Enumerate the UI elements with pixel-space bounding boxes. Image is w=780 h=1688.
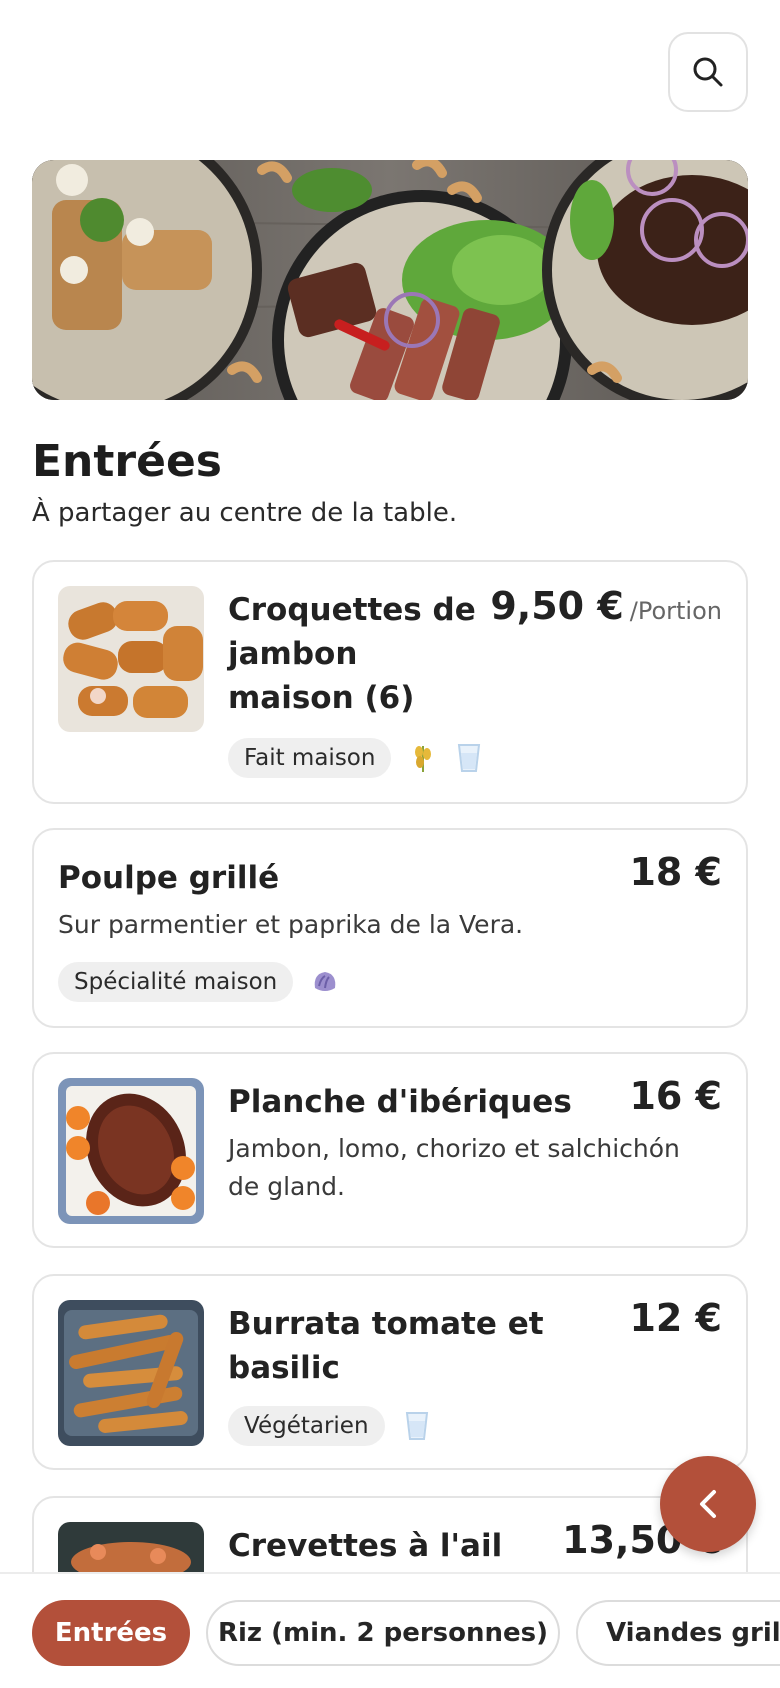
item-name: Poulpe grillé [58,860,280,896]
category-tab-entrees[interactable]: Entrées [32,1600,190,1666]
category-tab-riz[interactable]: Riz (min. 2 personnes) [206,1600,560,1666]
back-button[interactable] [660,1456,756,1552]
item-tags: Végétarien [228,1406,431,1446]
hero-food-image [32,160,748,400]
item-price: 9,50 €/Portion [490,584,722,628]
wheat-icon [409,742,437,774]
menu-item-card[interactable]: Planche d'ibériques 16 € Jambon, lomo, c… [32,1052,748,1248]
price-value: 9,50 € [490,584,624,628]
section-title: Entrées [32,436,222,487]
search-button[interactable] [668,32,748,112]
item-price: 18 € [629,850,722,894]
category-tab-viandes[interactable]: Viandes grillé [576,1600,780,1666]
item-description: Jambon, lomo, chorizo et salchichón de g… [228,1134,680,1201]
price-unit: /Portion [629,597,722,625]
item-photo-iberiques [58,1078,204,1224]
item-photo-croquettes [58,586,204,732]
item-name: Croquettes de jambon maison (6) [228,592,476,716]
item-name: Planche d'ibériques [228,1084,572,1120]
item-tags: Spécialité maison [58,962,339,1002]
milk-glass-icon [403,1410,431,1442]
item-photo-burrata [58,1300,204,1446]
tag-badge: Fait maison [228,738,392,778]
menu-item-card[interactable]: Croquettes de jambon maison (6) 9,50 €/P… [32,560,748,804]
category-nav: Entrées Riz (min. 2 personnes) Viandes g… [0,1572,780,1688]
menu-item-card[interactable]: Poulpe grillé 18 € Sur parmentier et pap… [32,828,748,1028]
tag-badge: Spécialité maison [58,962,294,1002]
shellfish-icon [311,966,339,998]
section-subtitle: À partager au centre de la table. [32,498,458,528]
item-tags: Fait maison [228,738,483,778]
tag-badge: Végétarien [228,1406,385,1446]
item-name: Burrata tomate et basilic [228,1306,544,1386]
menu-item-card[interactable]: Burrata tomate et basilic 12 € Végétarie… [32,1274,748,1470]
item-price: 16 € [629,1074,722,1118]
search-icon [693,57,723,87]
milk-glass-icon [455,742,483,774]
item-name: Crevettes à l'ail [228,1528,503,1564]
item-price: 12 € [629,1296,722,1340]
chevron-left-icon [700,1490,716,1518]
item-description: Sur parmentier et paprika de la Vera. [58,910,524,939]
